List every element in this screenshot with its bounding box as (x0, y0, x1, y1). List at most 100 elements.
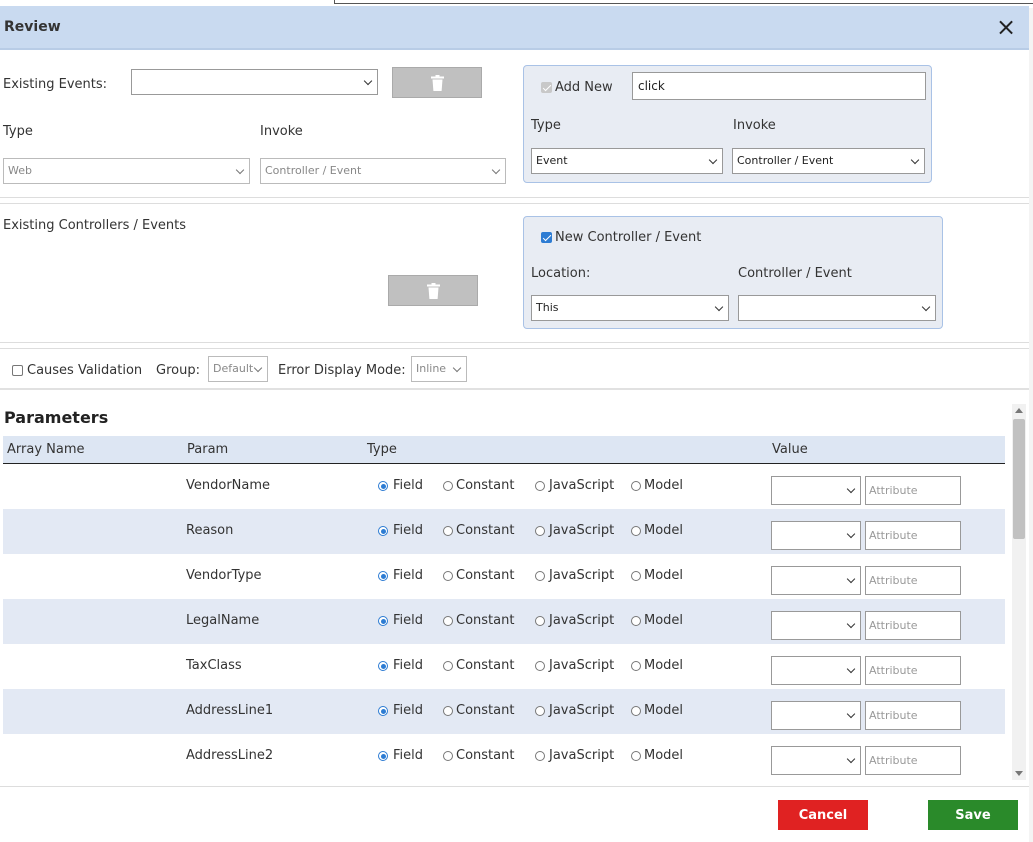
type-radio-constant[interactable] (443, 571, 453, 581)
chevron-down-icon (846, 664, 856, 674)
type-radio-constant[interactable] (443, 706, 453, 716)
section-divider (0, 348, 1029, 349)
value-select[interactable] (771, 521, 861, 550)
add-new-type-select[interactable]: Event (531, 148, 723, 174)
attribute-input[interactable]: Attribute (865, 476, 961, 505)
value-select[interactable] (771, 476, 861, 505)
dialog-title: Review (4, 19, 61, 35)
type-radio-field[interactable] (378, 481, 388, 491)
type-radio-javascript[interactable] (535, 526, 545, 536)
type-radio-label: JavaScript (549, 523, 615, 538)
scroll-up-icon[interactable] (1015, 408, 1023, 413)
type-radio-model[interactable] (631, 571, 641, 581)
value-select[interactable] (771, 611, 861, 640)
attribute-input[interactable]: Attribute (865, 701, 961, 730)
param-name: VendorName (186, 478, 271, 493)
type-radio-javascript[interactable] (535, 661, 545, 671)
type-radio-label: JavaScript (549, 568, 615, 583)
add-new-invoke-select[interactable]: Controller / Event (732, 148, 925, 174)
column-type: Type (367, 442, 397, 457)
new-controller-checkbox[interactable] (541, 232, 552, 243)
type-radio-field[interactable] (378, 616, 388, 626)
add-new-label: Add New (555, 80, 613, 95)
type-radio-model[interactable] (631, 481, 641, 491)
type-select[interactable]: Web (3, 158, 250, 184)
causes-validation-checkbox[interactable] (12, 365, 23, 376)
attribute-input[interactable]: Attribute (865, 656, 961, 685)
controller-event-select[interactable] (738, 295, 936, 321)
event-name-input[interactable]: click (632, 72, 926, 100)
section-divider (0, 342, 1029, 343)
chevron-down-icon (714, 302, 724, 312)
type-radio-label: Constant (456, 703, 515, 718)
close-icon[interactable]: × (993, 14, 1019, 40)
table-row: TaxClass Field Constant JavaScript Model Attr… (3, 644, 1005, 689)
add-new-invoke-label: Invoke (733, 118, 776, 133)
delete-event-button[interactable] (392, 67, 482, 98)
add-new-checkbox[interactable] (541, 82, 552, 93)
controller-event-label: Controller / Event (738, 266, 852, 281)
attribute-input[interactable]: Attribute (865, 566, 961, 595)
cancel-button[interactable]: Cancel (778, 800, 868, 830)
location-label: Location: (531, 266, 591, 281)
type-radio-model[interactable] (631, 751, 641, 761)
table-row: LegalName Field Constant JavaScript Model Att… (3, 599, 1005, 644)
type-radio-constant[interactable] (443, 751, 453, 761)
type-radio-javascript[interactable] (535, 706, 545, 716)
attribute-input[interactable]: Attribute (865, 521, 961, 550)
type-radio-label: JavaScript (549, 658, 615, 673)
param-name: AddressLine2 (186, 748, 274, 763)
group-select[interactable]: Default (208, 356, 268, 382)
chevron-down-icon (846, 574, 856, 584)
location-select[interactable]: This (531, 295, 729, 321)
type-radio-label: Constant (456, 658, 515, 673)
dialog-titlebar: Review × (0, 6, 1029, 50)
type-radio-model[interactable] (631, 616, 641, 626)
param-name: AddressLine1 (186, 703, 274, 718)
value-select[interactable] (771, 656, 861, 685)
type-radio-label: Field (393, 703, 424, 718)
type-radio-label: Model (644, 568, 684, 583)
value-select[interactable] (771, 566, 861, 595)
existing-events-select[interactable] (131, 69, 378, 95)
type-radio-model[interactable] (631, 661, 641, 671)
chevron-down-icon (253, 363, 263, 373)
causes-validation-label: Causes Validation (27, 363, 143, 378)
type-radio-field[interactable] (378, 661, 388, 671)
new-controller-panel: New Controller / Event Location: Control… (523, 216, 943, 329)
type-radio-field[interactable] (378, 751, 388, 761)
type-radio-javascript[interactable] (535, 751, 545, 761)
type-radio-field[interactable] (378, 706, 388, 716)
type-radio-label: JavaScript (549, 703, 615, 718)
scroll-down-icon[interactable] (1015, 771, 1023, 776)
attribute-input[interactable]: Attribute (865, 746, 961, 775)
table-row: Reason Field Constant JavaScript Model Attrib… (3, 509, 1005, 554)
value-select[interactable] (771, 701, 861, 730)
error-display-mode-select[interactable]: Inline (411, 356, 467, 382)
type-radio-constant[interactable] (443, 481, 453, 491)
type-radio-label: Constant (456, 613, 515, 628)
type-radio-constant[interactable] (443, 616, 453, 626)
chevron-down-icon (235, 165, 245, 175)
save-button[interactable]: Save (928, 800, 1018, 830)
param-name: Reason (186, 523, 234, 538)
value-select[interactable] (771, 746, 861, 775)
type-radio-constant[interactable] (443, 526, 453, 536)
type-radio-javascript[interactable] (535, 571, 545, 581)
invoke-select[interactable]: Controller / Event (260, 158, 506, 184)
type-radio-model[interactable] (631, 706, 641, 716)
delete-controller-button[interactable] (388, 275, 478, 306)
chevron-down-icon (846, 529, 856, 539)
column-value: Value (772, 442, 808, 457)
type-radio-field[interactable] (378, 526, 388, 536)
scroll-thumb[interactable] (1013, 419, 1025, 539)
table-row: VendorType Field Constant JavaScript Model At… (3, 554, 1005, 599)
parameters-scrollbar[interactable] (1012, 404, 1026, 780)
type-radio-field[interactable] (378, 571, 388, 581)
type-radio-javascript[interactable] (535, 481, 545, 491)
type-radio-constant[interactable] (443, 661, 453, 671)
chevron-down-icon (491, 165, 501, 175)
attribute-input[interactable]: Attribute (865, 611, 961, 640)
type-radio-model[interactable] (631, 526, 641, 536)
type-radio-javascript[interactable] (535, 616, 545, 626)
